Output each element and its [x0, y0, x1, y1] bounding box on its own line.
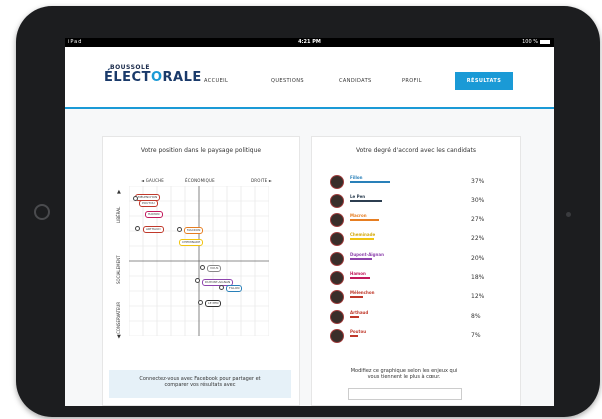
vlabel-socialement: SOCIALEMENT	[116, 255, 121, 284]
logo-line2: ÉLECTORALE	[104, 71, 202, 84]
candidate-tag: MACRON	[184, 227, 204, 234]
agreement-bar	[350, 277, 370, 279]
candidate-percent: 7%	[471, 332, 481, 339]
axis-economique: ÉCONOMIQUE	[185, 178, 215, 183]
candidate-name: Macron	[350, 213, 367, 218]
candidate-avatar	[330, 175, 344, 189]
facebook-connect-text: Connectez-vous avec Facebook pour partag…	[139, 376, 261, 388]
nav-profil[interactable]: PROFIL	[402, 72, 422, 90]
facebook-connect-box[interactable]: Connectez-vous avec Facebook pour partag…	[109, 370, 291, 398]
axis-gauche: ◄ GAUCHE	[141, 178, 165, 183]
candidate-percent: 20%	[471, 255, 485, 262]
agreement-bar	[350, 181, 390, 183]
status-time: 4:21 PM	[298, 39, 321, 45]
compass-icon: O	[150, 70, 163, 85]
agreement-bar	[350, 296, 363, 298]
home-button[interactable]	[34, 204, 50, 220]
agreement-bar	[350, 219, 380, 221]
nav-accueil[interactable]: ACCUEIL	[204, 72, 228, 90]
candidate-row[interactable]: Le Pen 30%	[330, 194, 484, 213]
candidate-row[interactable]: Fillon 37%	[330, 175, 484, 194]
logo-part-b: RALE	[162, 70, 202, 85]
candidate-avatar	[330, 290, 344, 304]
candidate-avatar	[135, 226, 140, 231]
candidate-avatar	[195, 278, 200, 283]
customize-button[interactable]	[348, 388, 462, 400]
candidate-row[interactable]: Poutou 7%	[330, 329, 481, 348]
arrow-up-icon: ▲	[117, 189, 122, 195]
agreement-bar	[350, 316, 359, 318]
battery-label: 100 %	[522, 39, 538, 45]
candidate-name: Dupont-Aignan	[350, 252, 384, 257]
candidate-tag: CHEMINADE	[179, 239, 204, 246]
vlabel-conservateur: CONSERVATEUR	[116, 301, 121, 334]
candidate-avatar	[133, 196, 138, 201]
candidate-avatar	[177, 227, 182, 232]
candidate-percent: 27%	[471, 216, 485, 223]
camera-icon	[566, 212, 571, 217]
candidate-percent: 22%	[471, 235, 485, 242]
candidate-avatar	[330, 213, 344, 227]
candidate-avatar	[330, 271, 344, 285]
site-header: BOUSSOLE ÉLECTORALE ACCUEIL QUESTIONS CA…	[65, 47, 554, 109]
candidate-avatar	[330, 194, 344, 208]
you-marker-icon	[200, 265, 205, 270]
axis-droite: DROITE ►	[251, 178, 273, 183]
candidate-name: Fillon	[350, 175, 363, 180]
candidate-row[interactable]: Mélenchon 12%	[330, 290, 484, 309]
agreement-bar	[350, 238, 374, 240]
political-map-grid	[129, 186, 269, 336]
status-bar: iPad 4:21 PM 100 %	[65, 38, 554, 47]
nav-candidats[interactable]: CANDIDATS	[339, 72, 372, 90]
candidate-avatar	[330, 310, 344, 324]
candidate-row[interactable]: Macron 27%	[330, 213, 484, 232]
candidate-name: Le Pen	[350, 194, 366, 199]
candidate-avatar	[198, 300, 203, 305]
candidate-tag: POUTOU	[139, 200, 158, 207]
agreement-bar	[350, 335, 358, 337]
vlabel-liberal: LIBÉRAL	[116, 206, 121, 223]
candidate-row[interactable]: Hamon 18%	[330, 271, 484, 290]
position-title: Votre position dans le paysage politique	[140, 147, 262, 154]
candidate-percent: 30%	[471, 197, 485, 204]
candidate-avatar	[330, 232, 344, 246]
candidate-tag: FILLON	[226, 285, 243, 292]
candidate-percent: 8%	[471, 313, 481, 320]
you-tag: VOUS	[207, 265, 222, 272]
candidate-percent: 18%	[471, 274, 485, 281]
battery-indicator: 100 %	[522, 39, 550, 45]
candidate-row[interactable]: Cheminade 22%	[330, 232, 484, 251]
candidate-name: Arthaud	[350, 310, 369, 315]
candidate-avatar	[330, 329, 344, 343]
candidate-avatar	[219, 285, 224, 290]
site-logo[interactable]: BOUSSOLE ÉLECTORALE	[104, 64, 202, 84]
candidate-tag: ARTHAUD	[143, 226, 164, 233]
agreement-bar	[350, 258, 372, 260]
candidate-percent: 12%	[471, 293, 485, 300]
arrow-down-icon: ▼	[117, 334, 122, 340]
candidate-tag: HAMON	[145, 211, 163, 218]
candidate-percent: 37%	[471, 178, 485, 185]
agreement-bar	[350, 200, 383, 202]
candidate-name: Cheminade	[350, 232, 376, 237]
candidate-row[interactable]: Dupont-Aignan 20%	[330, 252, 484, 271]
nav-resultats[interactable]: RÉSULTATS	[455, 72, 513, 90]
battery-icon	[540, 39, 550, 44]
logo-part-a: ÉLECT	[104, 70, 151, 85]
tablet-screen: iPad 4:21 PM 100 % BOUSSOLE ÉLECTORALE A…	[65, 38, 554, 406]
candidate-avatar	[330, 252, 344, 266]
candidate-name: Poutou	[350, 329, 367, 334]
candidate-tag: LE PEN	[205, 300, 222, 307]
candidate-name: Hamon	[350, 271, 366, 276]
agreement-title: Votre degré d'accord avec les candidats	[355, 147, 477, 154]
customize-note: Modifiez ce graphique selon les enjeux q…	[350, 368, 458, 380]
candidate-name: Mélenchon	[350, 290, 375, 295]
nav-questions[interactable]: QUESTIONS	[271, 72, 304, 90]
candidate-row[interactable]: Arthaud 8%	[330, 310, 481, 329]
